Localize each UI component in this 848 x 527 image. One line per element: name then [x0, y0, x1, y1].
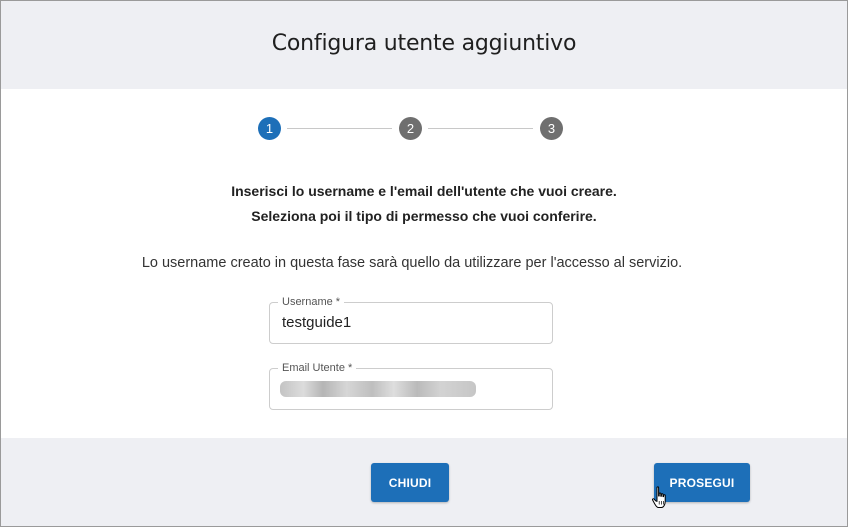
email-value-obscured[interactable] — [280, 381, 476, 397]
instructions: Inserisci lo username e l'email dell'ute… — [1, 179, 847, 229]
email-label: Email Utente * — [278, 361, 357, 375]
username-note: Lo username creato in questa fase sarà q… — [141, 255, 683, 271]
stepper-connector — [287, 128, 392, 129]
step-2: 2 — [399, 117, 422, 140]
step-3: 3 — [540, 117, 563, 140]
username-value[interactable]: testguide1 — [282, 314, 351, 331]
dialog-title: Configura utente aggiuntivo — [271, 30, 577, 56]
dialog-footer: CHIUDI PROSEGUI — [1, 438, 847, 526]
email-field[interactable]: Email Utente * — [269, 361, 553, 410]
username-label: Username * — [278, 295, 345, 309]
instructions-line-1: Inserisci lo username e l'email dell'ute… — [231, 183, 617, 199]
instructions-line-2: Seleziona poi il tipo di permesso che vu… — [251, 208, 597, 224]
dialog-header: Configura utente aggiuntivo — [1, 1, 847, 89]
stepper-connector — [428, 128, 533, 129]
close-button[interactable]: CHIUDI — [371, 463, 449, 502]
configure-user-dialog: Configura utente aggiuntivo 1 2 3 Inseri… — [0, 0, 848, 527]
stepper: 1 2 3 — [258, 117, 566, 141]
hand-pointer-icon — [651, 486, 666, 508]
username-field[interactable]: Username * testguide1 — [269, 295, 553, 344]
step-1: 1 — [258, 117, 281, 140]
